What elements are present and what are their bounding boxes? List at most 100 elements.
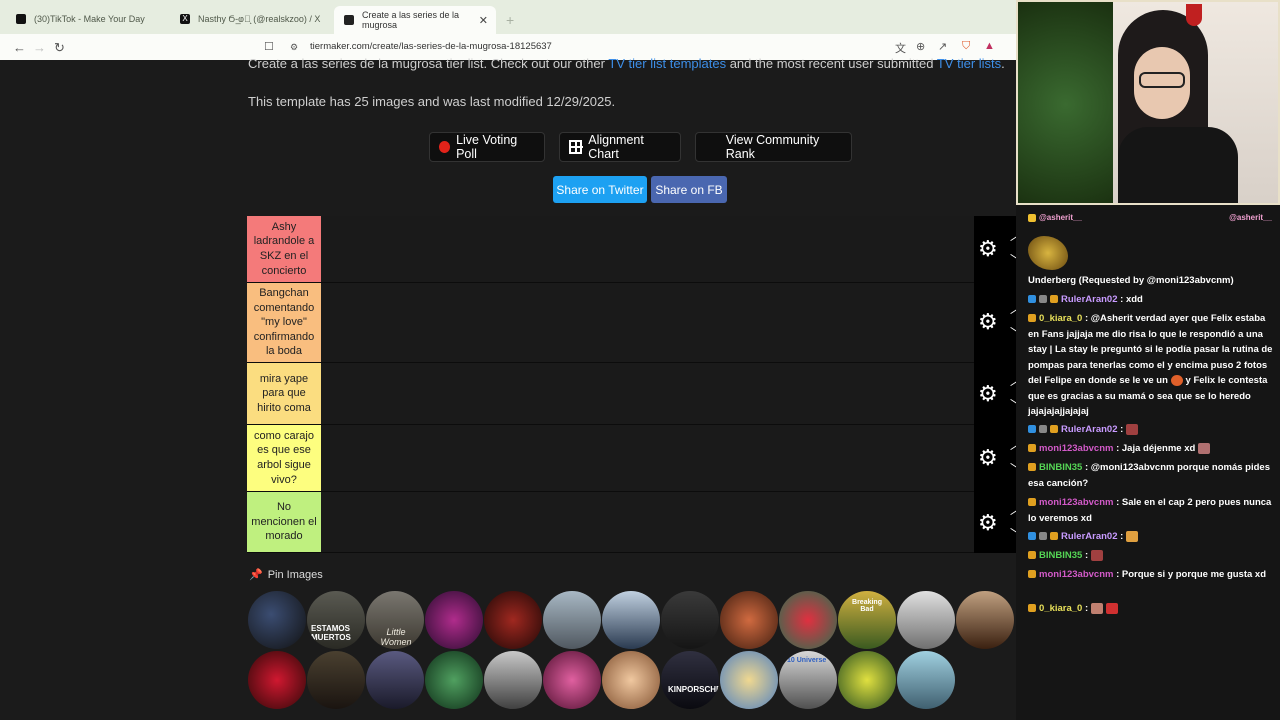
series-thumbnail[interactable]: Little Women bbox=[366, 591, 424, 649]
series-thumbnail[interactable] bbox=[248, 651, 306, 709]
series-thumbnail[interactable] bbox=[366, 651, 424, 709]
chat-message: BINBIN35 : @moni123abvcnm porque nomás p… bbox=[1028, 462, 1270, 489]
tier-control-row: ⚙ ︿ ﹀ bbox=[974, 216, 1016, 283]
template-info: This template has 25 images and was last… bbox=[248, 94, 616, 109]
badge-icon bbox=[1028, 551, 1036, 560]
gear-icon[interactable]: ⚙ bbox=[978, 236, 998, 262]
streamer-body bbox=[1118, 127, 1238, 203]
rank-grid-icon bbox=[705, 139, 720, 155]
series-thumbnail[interactable] bbox=[897, 651, 955, 709]
chat-message: 0_kiara_0 : bbox=[1028, 601, 1276, 617]
chat-message: moni123abvcnm : Sale en el cap 2 pero pu… bbox=[1028, 497, 1272, 524]
tier-control-row: ⚙ ︿ ﹀ bbox=[974, 425, 1016, 492]
record-icon bbox=[439, 141, 451, 153]
tv-templates-link[interactable]: TV tier list templates bbox=[608, 56, 726, 71]
reload-button[interactable]: ↻ bbox=[54, 40, 65, 56]
tier-drop-zone[interactable] bbox=[321, 492, 974, 552]
chat-message: Underberg (Requested by @moni123abvcnm) bbox=[1028, 275, 1234, 286]
tier-drop-zone[interactable] bbox=[321, 425, 974, 491]
badge-icon bbox=[1028, 213, 1036, 222]
tier-label[interactable]: Bangchan comentando "my love" confirmand… bbox=[247, 283, 321, 362]
dragon-emote bbox=[1028, 236, 1068, 270]
tier-label[interactable]: como carajo es que ese arbol sigue vivo? bbox=[247, 425, 321, 491]
tab-tiktok[interactable]: (30)TikTok - Make Your Day bbox=[6, 7, 166, 31]
gear-icon[interactable]: ⚙ bbox=[978, 445, 998, 471]
brave-shield-icon[interactable]: ⛉ bbox=[962, 40, 970, 53]
tab-title: Create a las series de la mugrosa bbox=[361, 10, 460, 30]
tier-list: Ashy ladrandole a SKZ en el concierto Ba… bbox=[247, 216, 974, 553]
back-button[interactable]: ← bbox=[13, 40, 26, 55]
brave-rewards-icon[interactable]: ▲ bbox=[984, 40, 995, 52]
series-thumbnail[interactable] bbox=[543, 651, 601, 709]
series-thumbnail[interactable]: KINPORSCHE bbox=[661, 651, 719, 709]
tier-label[interactable]: mira yape para que hirito coma bbox=[247, 363, 321, 424]
emote-icon bbox=[1198, 442, 1211, 454]
series-thumbnail[interactable]: 10 Universe bbox=[779, 651, 837, 709]
badge-icon bbox=[1028, 498, 1036, 507]
alignment-chart-button[interactable]: Alignment Chart bbox=[559, 132, 681, 162]
badge-icon bbox=[1050, 425, 1058, 434]
community-rank-button[interactable]: View Community Rank bbox=[695, 132, 852, 162]
badge-icon bbox=[1028, 425, 1036, 434]
series-thumbnail[interactable] bbox=[602, 591, 660, 649]
series-thumbnail[interactable] bbox=[307, 651, 365, 709]
tab-x[interactable]: X Nasthy Ϭ-̲ⱷ⃓̝ (@realskzoo) / X bbox=[170, 7, 330, 31]
series-thumbnail[interactable] bbox=[484, 651, 542, 709]
series-thumbnail[interactable] bbox=[956, 591, 1014, 649]
series-thumbnail[interactable] bbox=[425, 651, 483, 709]
tiktok-icon bbox=[16, 14, 26, 24]
series-thumbnail[interactable] bbox=[484, 591, 542, 649]
series-thumbnail[interactable]: Breaking Bad bbox=[838, 591, 896, 649]
tier-drop-zone[interactable] bbox=[321, 216, 974, 282]
share-twitter-button[interactable]: Share on Twitter bbox=[553, 176, 647, 203]
gear-icon[interactable]: ⚙ bbox=[978, 510, 998, 536]
x-icon: X bbox=[180, 14, 190, 24]
close-tab-icon[interactable]: ✕ bbox=[479, 14, 488, 27]
emote-icon bbox=[1091, 602, 1104, 614]
zoom-icon[interactable]: ⊕ bbox=[916, 40, 925, 53]
tiermaker-icon bbox=[344, 15, 354, 25]
series-thumbnail[interactable] bbox=[838, 651, 896, 709]
series-thumbnail[interactable] bbox=[720, 651, 778, 709]
chat-message: 0_kiara_0 : @Asherit verdad ayer que Fel… bbox=[1028, 313, 1273, 417]
badge-icon bbox=[1028, 314, 1036, 323]
tier-label[interactable]: No mencionen el morado bbox=[247, 492, 321, 552]
chat-message: moni123abvcnm : Porque si y porque me gu… bbox=[1028, 567, 1276, 583]
series-thumbnail[interactable] bbox=[661, 591, 719, 649]
badge-icon bbox=[1039, 425, 1047, 434]
tier-row: Ashy ladrandole a SKZ en el concierto bbox=[247, 216, 974, 283]
series-thumbnail[interactable]: ESTAMOS MUERTOS bbox=[307, 591, 365, 649]
tier-drop-zone[interactable] bbox=[321, 283, 974, 362]
gear-icon[interactable]: ⚙ bbox=[978, 309, 998, 335]
gear-icon[interactable]: ⚙ bbox=[978, 381, 998, 407]
site-info-icon[interactable]: ⚙ bbox=[290, 42, 298, 53]
new-tab-button[interactable]: + bbox=[506, 12, 514, 28]
badge-icon bbox=[1028, 295, 1036, 304]
page-content: Create a las series de la mugrosa tier l… bbox=[5, 56, 1016, 720]
tv-tier-lists-link[interactable]: TV tier lists bbox=[937, 56, 1001, 71]
series-thumbnail[interactable] bbox=[543, 591, 601, 649]
bookmark-icon[interactable]: ☐ bbox=[264, 40, 274, 53]
share-icon[interactable]: ↗ bbox=[938, 40, 947, 53]
tier-drop-zone[interactable] bbox=[321, 363, 974, 424]
badge-icon bbox=[1028, 570, 1036, 579]
chat-message: moni123abvcnm : Jaja déjenme xd bbox=[1028, 441, 1276, 457]
share-fb-button[interactable]: Share on FB bbox=[651, 176, 727, 203]
series-thumbnail[interactable] bbox=[720, 591, 778, 649]
series-thumbnail[interactable] bbox=[602, 651, 660, 709]
forward-button[interactable]: → bbox=[33, 40, 46, 55]
badge-icon bbox=[1039, 295, 1047, 304]
chat-message: BINBIN35 : bbox=[1028, 548, 1276, 564]
tab-tiermaker[interactable]: Create a las series de la mugrosa ✕ bbox=[334, 6, 496, 34]
stream-overlay: @asherit__ @asherit__ Underberg (Request… bbox=[1016, 0, 1280, 720]
series-thumbnail[interactable] bbox=[425, 591, 483, 649]
series-thumbnail[interactable] bbox=[897, 591, 955, 649]
tier-label[interactable]: Ashy ladrandole a SKZ en el concierto bbox=[247, 216, 321, 282]
series-thumbnail[interactable] bbox=[248, 591, 306, 649]
series-thumbnail[interactable] bbox=[779, 591, 837, 649]
chat-message: RulerAran02 : xdd bbox=[1028, 292, 1276, 308]
pin-images-toggle[interactable]: 📌 Pin Images bbox=[249, 568, 323, 581]
live-voting-button[interactable]: Live Voting Poll bbox=[429, 132, 545, 162]
translate-icon[interactable]: 文 bbox=[895, 40, 906, 56]
url-field[interactable]: tiermaker.com/create/las-series-de-la-mu… bbox=[310, 41, 552, 52]
